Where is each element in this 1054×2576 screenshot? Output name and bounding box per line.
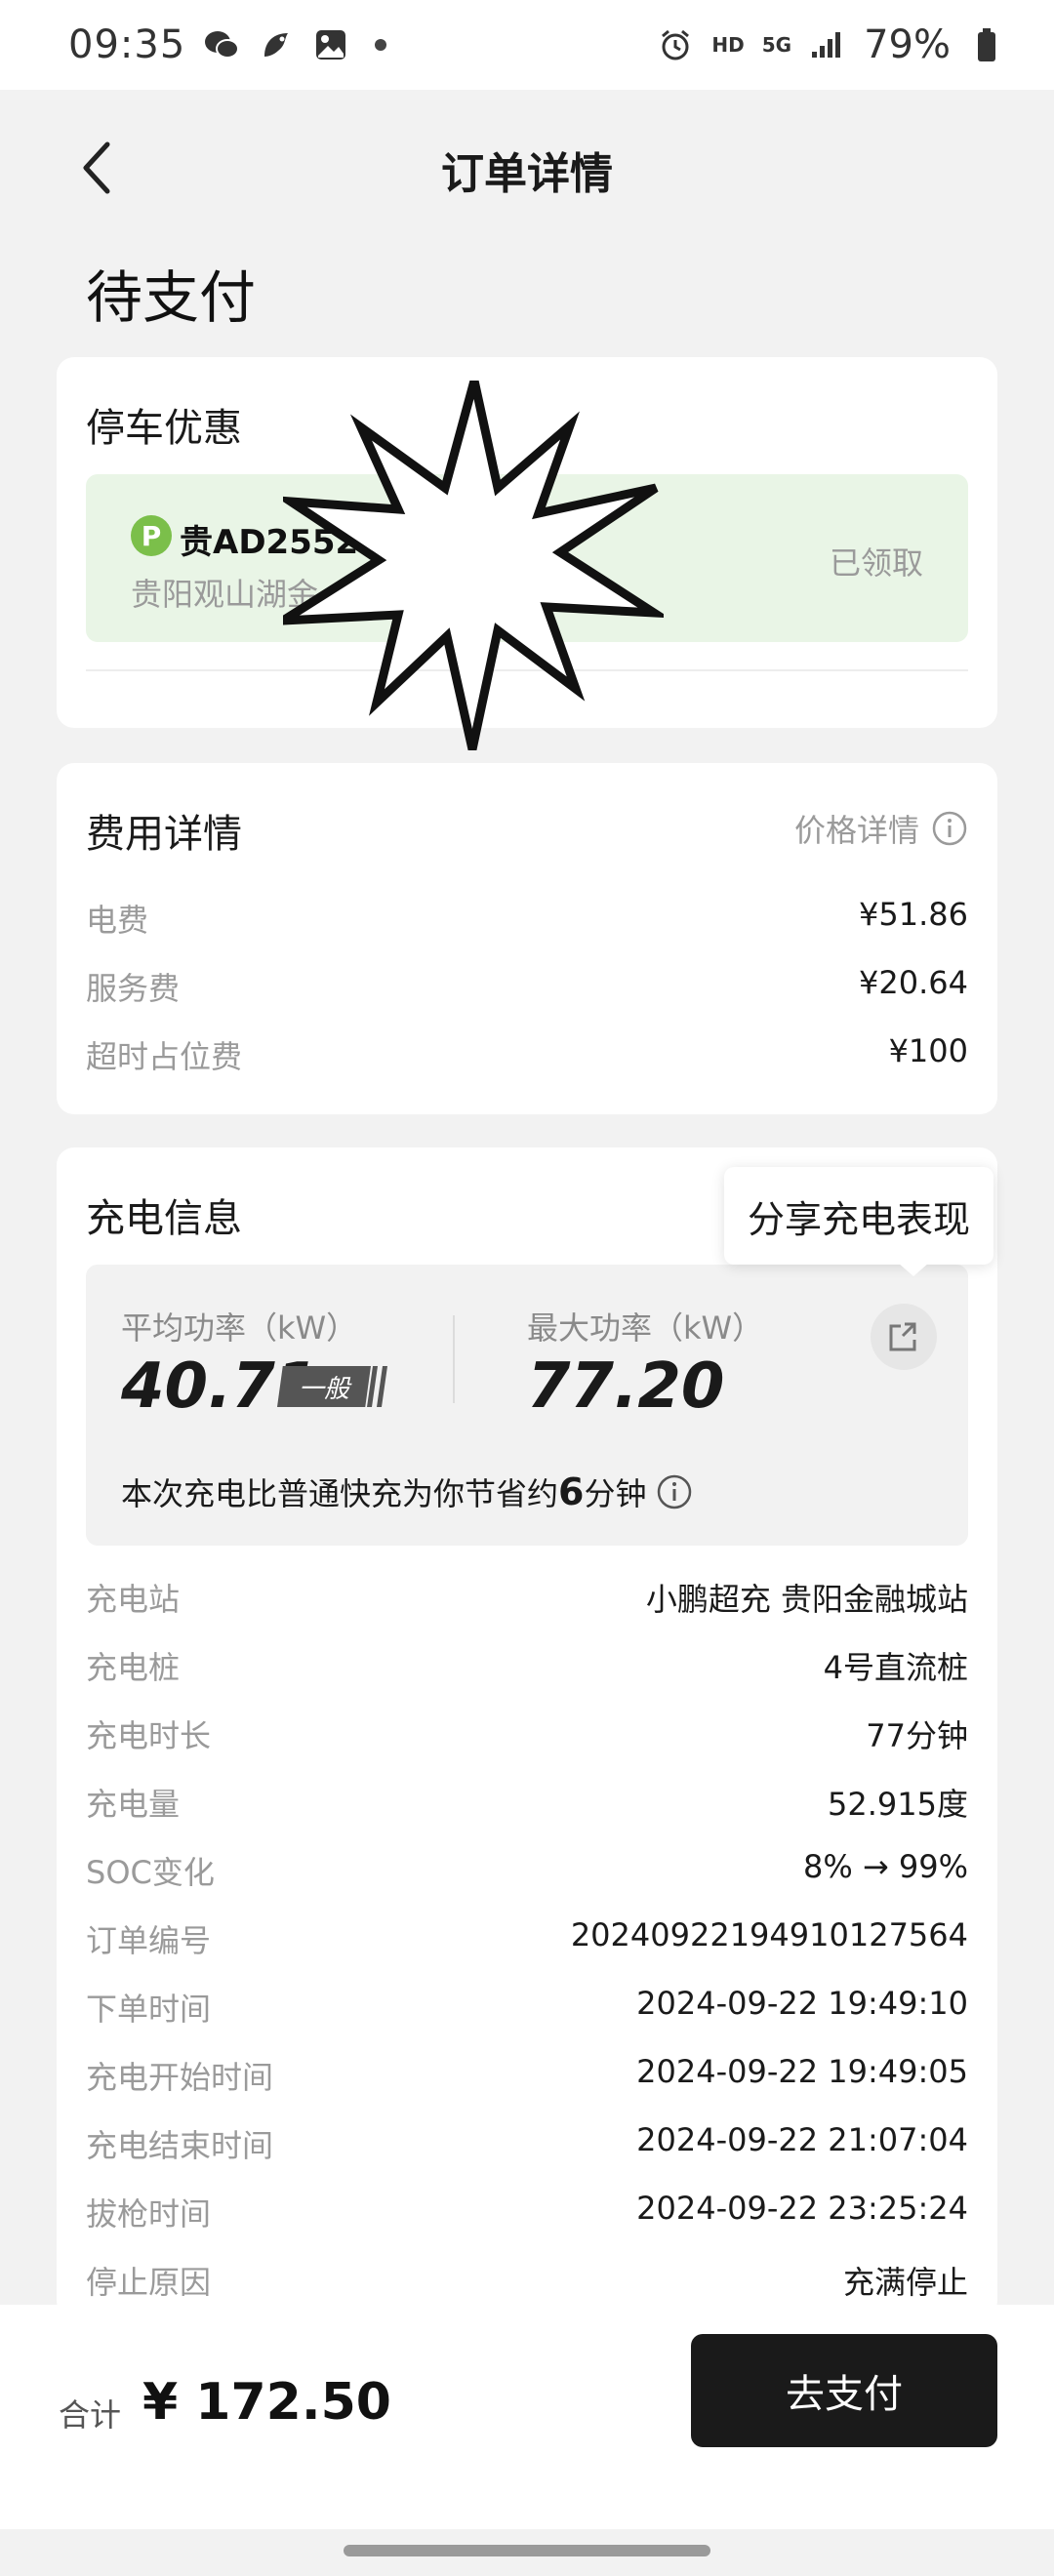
tooltip-arrow (898, 1263, 929, 1276)
charging-card-title: 充电信息 (86, 1196, 242, 1241)
fee-label: 服务费 (86, 970, 181, 1007)
detail-label: 充电结束时间 (86, 2127, 274, 2164)
fee-label: 超时占位费 (86, 1038, 243, 1075)
parking-p-icon: P (131, 515, 172, 556)
status-bar-right: HD 5G 79% (657, 22, 1005, 67)
detail-value: 2024-09-22 23:25:24 (636, 2190, 968, 2227)
share-button[interactable] (871, 1304, 937, 1370)
avg-power-label: 平均功率（kW） (121, 1309, 358, 1347)
stats-divider (453, 1315, 455, 1403)
redaction-starburst-icon (283, 381, 664, 750)
battery-percent: 79% (864, 22, 951, 67)
status-bar-left: 09:35 (68, 22, 387, 67)
5g-icon: 5G (761, 33, 792, 57)
detail-label: 充电开始时间 (86, 2059, 274, 2096)
detail-label: SOC变化 (86, 1854, 215, 1891)
level-stripes-icon (367, 1366, 387, 1407)
notification-dot (375, 39, 387, 51)
hd-icon: HD (711, 33, 745, 57)
info-icon (932, 811, 967, 846)
total-label: 合计 (59, 2396, 122, 2434)
detail-row: SOC变化 8% → 99% (86, 1848, 968, 1893)
parking-card-title: 停车优惠 (86, 406, 242, 451)
total-amount: ¥ 172.50 (142, 2373, 391, 2432)
detail-label: 充电桩 (86, 1649, 181, 1686)
saving-info-icon[interactable] (656, 1473, 693, 1510)
alarm-icon (657, 26, 694, 63)
detail-value: 2024-09-22 19:49:05 (636, 2053, 968, 2090)
saving-prefix: 本次充电比普通快充为你节省约 (121, 1475, 559, 1512)
detail-value: 52.915度 (828, 1786, 968, 1823)
detail-row: 充电时长 77分钟 (86, 1711, 968, 1756)
bird-app-icon (258, 26, 295, 63)
price-detail-label: 价格详情 (793, 812, 919, 849)
detail-label: 充电量 (86, 1786, 181, 1823)
max-power-value: 77.20 (527, 1350, 725, 1423)
detail-value: 4号直流桩 (823, 1649, 968, 1686)
power-level-badge: 一般 (277, 1366, 371, 1407)
detail-row: 充电开始时间 2024-09-22 19:49:05 (86, 2053, 968, 2098)
detail-label: 拔枪时间 (86, 2195, 212, 2233)
detail-value: 充满停止 (842, 2264, 968, 2301)
fee-details-card: 费用详情 价格详情 电费 ¥51.86 服务费 ¥20.64 超时占位费 ¥10… (57, 763, 997, 1114)
saving-suffix: 分钟 (584, 1475, 647, 1512)
max-power-label: 最大功率（kW） (527, 1309, 764, 1347)
fee-label: 电费 (86, 902, 149, 939)
detail-label: 停止原因 (86, 2264, 212, 2301)
charging-info-card: 充电信息 平均功率（kW） 40.71 一般 最大功率（kW） 77.20 本次… (57, 1147, 997, 2318)
detail-row: 充电站 小鹏超充 贵阳金融城站 (86, 1575, 968, 1620)
detail-value: 77分钟 (866, 1717, 968, 1754)
detail-row: 订单编号 20240922194910127564 (86, 1916, 968, 1961)
detail-value: 20240922194910127564 (570, 1916, 968, 1953)
page-title: 订单详情 (441, 149, 613, 199)
fee-value: ¥51.86 (859, 896, 968, 933)
detail-label: 下单时间 (86, 1991, 212, 2028)
fee-value: ¥100 (888, 1032, 968, 1069)
fee-row: 超时占位费 ¥100 (86, 1032, 968, 1077)
status-time: 09:35 (68, 22, 186, 67)
detail-label: 充电时长 (86, 1717, 212, 1754)
detail-row: 拔枪时间 2024-09-22 23:25:24 (86, 2190, 968, 2234)
power-stats-box: 平均功率（kW） 40.71 一般 最大功率（kW） 77.20 本次充电比普通… (86, 1265, 968, 1546)
detail-row: 停止原因 充满停止 (86, 2258, 968, 2303)
gallery-icon (312, 26, 349, 63)
fee-card-title: 费用详情 (86, 812, 242, 857)
coupon-status: 已领取 (829, 544, 923, 582)
detail-label: 充电站 (86, 1581, 181, 1618)
home-indicator[interactable] (344, 2545, 710, 2556)
detail-value: 小鹏超充 贵阳金融城站 (645, 1581, 968, 1618)
fee-row: 电费 ¥51.86 (86, 896, 968, 941)
price-detail-link[interactable]: 价格详情 (794, 806, 968, 851)
detail-value: 8% → 99% (802, 1848, 968, 1885)
share-icon (889, 1322, 916, 1351)
detail-row: 充电量 52.915度 (86, 1780, 968, 1825)
fee-row: 服务费 ¥20.64 (86, 964, 968, 1009)
nav-header: 订单详情 (0, 90, 1054, 246)
fee-value: ¥20.64 (859, 964, 968, 1001)
detail-row: 下单时间 2024-09-22 19:49:10 (86, 1985, 968, 2030)
detail-value: 2024-09-22 19:49:10 (636, 1985, 968, 2022)
time-saving-text: 本次充电比普通快充为你节省约6分钟 (121, 1469, 693, 1514)
wechat-icon (203, 26, 240, 63)
detail-row: 充电桩 4号直流桩 (86, 1643, 968, 1688)
status-bar: 09:35 HD 5G 79% (0, 0, 1054, 90)
detail-value: 2024-09-22 21:07:04 (636, 2121, 968, 2158)
order-status-title: 待支付 (86, 264, 257, 331)
share-tooltip[interactable]: 分享充电表现 (724, 1167, 993, 1265)
checkout-bar: 合计 ¥ 172.50 去支付 (0, 2305, 1054, 2529)
battery-icon (968, 26, 1005, 63)
pay-button[interactable]: 去支付 (691, 2334, 997, 2447)
saving-number: 6 (558, 1470, 585, 1513)
signal-icon (809, 26, 846, 63)
detail-label: 订单编号 (86, 1922, 212, 1959)
detail-row: 充电结束时间 2024-09-22 21:07:04 (86, 2121, 968, 2166)
